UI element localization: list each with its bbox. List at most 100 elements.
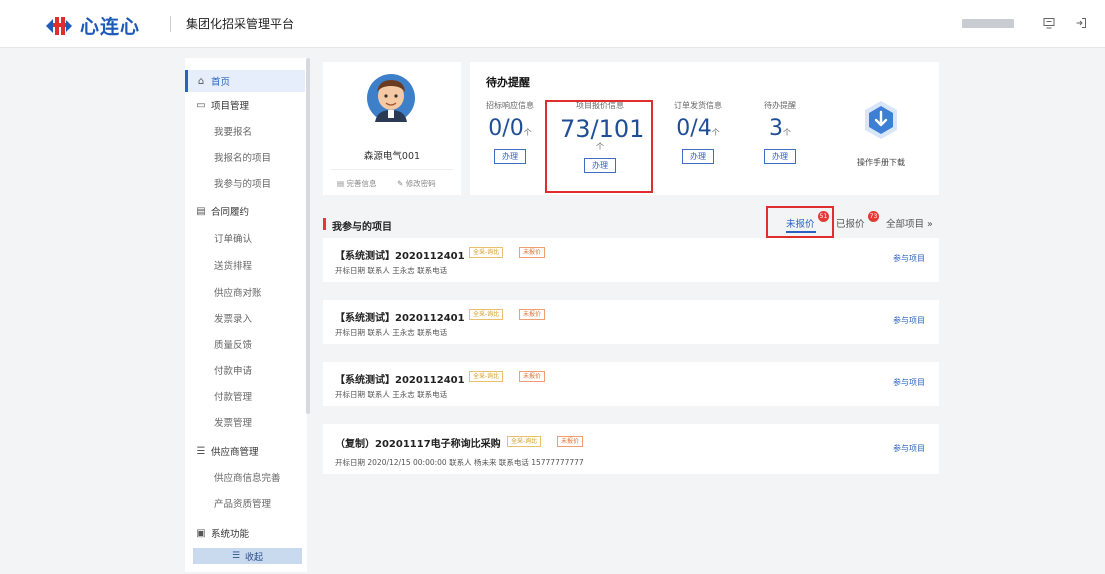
- collapse-icon: ☰: [231, 551, 241, 561]
- collapse-label: 收起: [245, 552, 264, 563]
- kpi-unit: 个: [523, 128, 532, 137]
- project-title: 【系统测试】2020112401: [335, 375, 465, 386]
- folder-icon: ▭: [196, 99, 206, 111]
- project-meta: 开标日期 联系人 王永志 联系电话: [335, 328, 448, 337]
- profile-card: 森源电气001 ▤ 完善信息 ✎ 修改密码: [323, 62, 461, 195]
- status-badge: 未报价: [519, 309, 546, 320]
- project-title: 【系统测试】2020112401: [335, 313, 465, 324]
- project-card[interactable]: 【系统测试】2020112401 全采-询比 未报价 开标日期 联系人 王永志 …: [323, 362, 939, 406]
- user-name-redacted[interactable]: [962, 19, 1014, 28]
- sidebar-item-signup[interactable]: 我要报名: [185, 120, 305, 142]
- complete-info-label: 完善信息: [346, 179, 377, 188]
- sidebar-item-order-confirm[interactable]: 订单确认: [185, 227, 305, 249]
- kpi-value: 3个: [740, 117, 820, 145]
- change-password-link[interactable]: ✎ 修改密码: [397, 178, 436, 189]
- status-badge: 未报价: [519, 247, 546, 258]
- sidebar: ⌂ 首页 ▭ 项目管理 我要报名 我报名的项目 我参与的项目 ▤ 合同履约 订单…: [185, 58, 307, 572]
- header-divider: [170, 16, 171, 32]
- kpi-value: 0/0个: [470, 117, 550, 145]
- kpi-pending-reminders: 待办提醒 3个 办理: [740, 100, 820, 164]
- project-card[interactable]: （复制）20201117电子称询比采购 全采-询比 未报价 开标日期 2020/…: [323, 424, 939, 474]
- procurement-type-tag: 全采-询比: [507, 436, 542, 447]
- sidebar-item-invoice-entry[interactable]: 发票录入: [185, 307, 305, 329]
- collapse-button[interactable]: ☰ 收起: [193, 548, 302, 564]
- sidebar-item-home[interactable]: ⌂ 首页: [185, 70, 305, 92]
- logout-icon[interactable]: [1071, 13, 1091, 33]
- kpi-number: 3: [769, 116, 783, 141]
- brand-logo[interactable]: 心连心: [44, 12, 140, 39]
- sidebar-item-my-projects[interactable]: 我参与的项目: [185, 172, 305, 194]
- settings-icon: ▣: [196, 527, 206, 539]
- tab-quoted[interactable]: 已报价: [836, 216, 865, 230]
- status-badge: 未报价: [519, 371, 546, 382]
- handle-button[interactable]: 办理: [494, 149, 526, 164]
- project-card[interactable]: 【系统测试】2020112401 全采-询比 未报价 开标日期 联系人 王永志 …: [323, 238, 939, 282]
- sidebar-group-label: 供应商管理: [211, 447, 259, 458]
- procurement-type-tag: 全采-询比: [469, 309, 504, 320]
- kpi-number: 0/4: [676, 116, 712, 141]
- sidebar-group-label: 合同履约: [211, 207, 250, 218]
- sidebar-item-payment-mgmt[interactable]: 付款管理: [185, 385, 305, 407]
- database-icon: ☰: [196, 445, 206, 457]
- kpi-order-shipment: 订单发货信息 0/4个 办理: [658, 100, 738, 164]
- sidebar-group-project[interactable]: ▭ 项目管理: [185, 94, 305, 116]
- manual-label: 操作手册下载: [857, 158, 905, 167]
- section-accent: [323, 218, 326, 230]
- sidebar-group-label: 项目管理: [211, 101, 250, 112]
- manual-download[interactable]: 操作手册下载: [846, 100, 916, 168]
- edit-icon: ✎: [397, 179, 404, 188]
- contract-icon: ▤: [196, 205, 206, 217]
- sidebar-item-payment-request[interactable]: 付款申请: [185, 359, 305, 381]
- project-meta: 开标日期 联系人 王永志 联系电话: [335, 266, 448, 275]
- kpi-label: 招标响应信息: [486, 101, 534, 110]
- sidebar-scrollbar[interactable]: [306, 58, 310, 414]
- project-meta: 开标日期 联系人 王永志 联系电话: [335, 390, 448, 399]
- sidebar-item-quality[interactable]: 质量反馈: [185, 333, 305, 355]
- kpi-unit: 个: [711, 128, 720, 137]
- handle-button[interactable]: 办理: [682, 149, 714, 164]
- home-icon: ⌂: [197, 75, 205, 87]
- section-title: 我参与的项目: [332, 222, 392, 233]
- procurement-type-tag: 全采-询比: [469, 371, 504, 382]
- profile-name: 森源电气001: [363, 151, 421, 162]
- sidebar-group-system[interactable]: ▣ 系统功能: [185, 522, 305, 544]
- kpi-bid-response: 招标响应信息 0/0个 办理: [470, 100, 550, 164]
- project-title: 【系统测试】2020112401: [335, 251, 465, 262]
- project-card[interactable]: 【系统测试】2020112401 全采-询比 未报价 开标日期 联系人 王永志 …: [323, 300, 939, 344]
- sidebar-item-invoice-mgmt[interactable]: 发票管理: [185, 411, 305, 433]
- sidebar-item-my-signups[interactable]: 我报名的项目: [185, 146, 305, 168]
- sidebar-item-label: 首页: [211, 77, 231, 88]
- status-badge: 未报价: [557, 436, 584, 447]
- change-password-label: 修改密码: [405, 179, 436, 188]
- kpi-number: 0/0: [488, 116, 524, 141]
- sidebar-group-supplier[interactable]: ☰ 供应商管理: [185, 440, 305, 462]
- join-project-link[interactable]: 参与项目: [893, 253, 925, 264]
- join-project-link[interactable]: 参与项目: [893, 377, 925, 388]
- complete-info-link[interactable]: ▤ 完善信息: [337, 178, 376, 189]
- kpi-label: 订单发货信息: [674, 101, 722, 110]
- divider: [331, 169, 453, 170]
- tab-all-projects[interactable]: 全部项目 »: [886, 216, 933, 230]
- sidebar-item-supplier-info[interactable]: 供应商信息完善: [185, 466, 305, 488]
- kpi-unit: 个: [783, 128, 791, 137]
- kpi-value: 0/4个: [658, 117, 738, 145]
- join-project-link[interactable]: 参与项目: [893, 315, 925, 326]
- quoted-count-badge: 73: [868, 211, 879, 222]
- sidebar-item-delivery[interactable]: 送货排程: [185, 254, 305, 276]
- platform-title: 集团化招采管理平台: [186, 17, 295, 31]
- todo-title: 待办提醒: [486, 76, 530, 89]
- sidebar-group-contract[interactable]: ▤ 合同履约: [185, 200, 305, 222]
- sidebar-item-product-qual[interactable]: 产品资质管理: [185, 492, 305, 514]
- highlight-box: [766, 206, 834, 238]
- logo-icon: [46, 16, 72, 35]
- kpi-label: 待办提醒: [764, 101, 796, 110]
- avatar[interactable]: [367, 74, 415, 122]
- todo-panel: 待办提醒 招标响应信息 0/0个 办理 项目报价信息 73/101 个 办理 订…: [470, 62, 939, 195]
- monitor-icon[interactable]: [1039, 13, 1059, 33]
- project-meta: 开标日期 2020/12/15 00:00:00 联系人 杨未来 联系电话 15…: [335, 458, 584, 467]
- sidebar-item-reconcile[interactable]: 供应商对账: [185, 281, 305, 303]
- join-project-link[interactable]: 参与项目: [893, 443, 925, 454]
- document-icon: ▤: [337, 179, 345, 188]
- handle-button[interactable]: 办理: [764, 149, 796, 164]
- top-bar: 心连心 集团化招采管理平台: [0, 0, 1105, 48]
